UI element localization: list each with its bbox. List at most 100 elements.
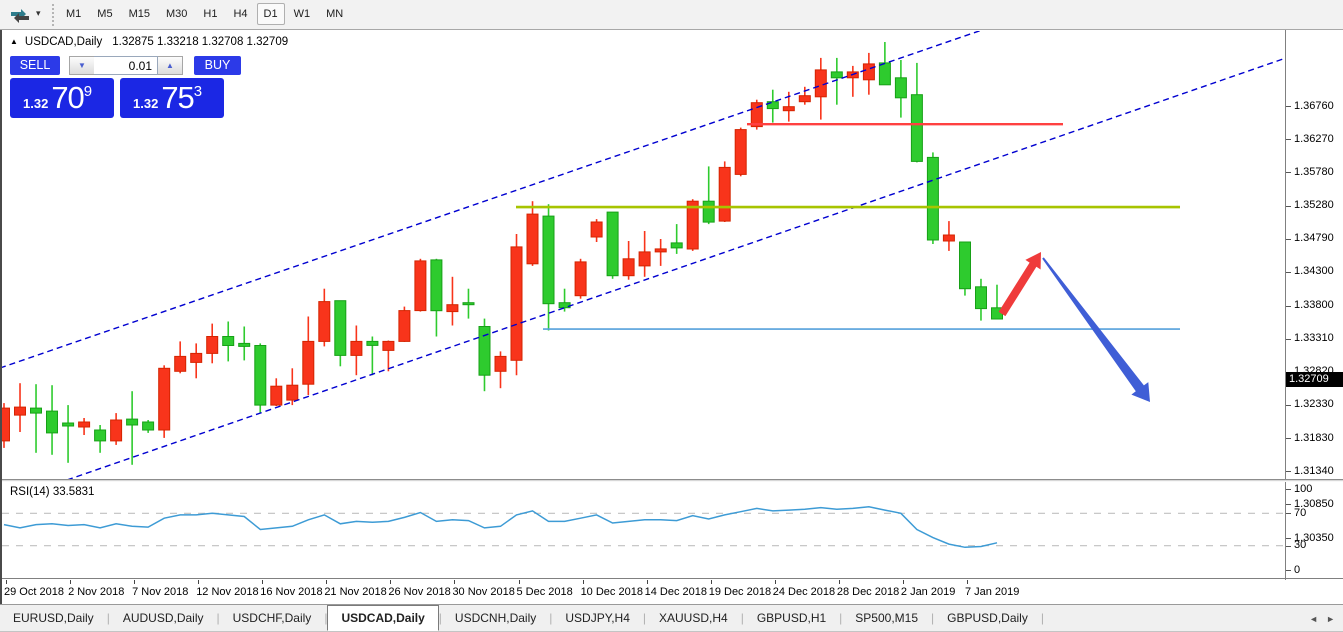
date-axis-tick <box>262 580 263 584</box>
price-axis-tick <box>1286 405 1291 406</box>
rsi-axis-tick <box>1286 570 1291 571</box>
tab-usdcad-daily[interactable]: USDCAD,Daily <box>327 605 438 631</box>
rsi-axis-tick <box>1286 513 1291 514</box>
volume-input[interactable] <box>94 56 158 75</box>
rsi-axis-label: 30 <box>1294 539 1306 551</box>
buy-quote-box[interactable]: 1.32 75 3 <box>120 78 224 118</box>
date-axis-tick <box>711 580 712 584</box>
price-axis-label: 1.34300 <box>1294 265 1334 277</box>
price-axis-label: 1.35780 <box>1294 166 1334 178</box>
chart-type-icon[interactable] <box>8 5 34 25</box>
date-axis-tick <box>198 580 199 584</box>
date-axis-label: 2 Jan 2019 <box>901 586 955 598</box>
tab-usdjpy-h4[interactable]: USDJPY,H4 <box>552 605 642 631</box>
price-axis-tick <box>1286 139 1291 140</box>
trading-terminal-window: ▾ M1M5M15M30H1H4D1W1MN ▲ USDCAD,Daily 1.32… <box>0 0 1343 632</box>
rsi-axis-label: 70 <box>1294 507 1306 519</box>
date-axis-label: 16 Nov 2018 <box>260 586 322 598</box>
date-axis-label: 7 Nov 2018 <box>132 586 188 598</box>
price-axis-label: 1.34790 <box>1294 232 1334 244</box>
buy-price-prefix: 1.32 <box>133 96 158 111</box>
chart-type-dropdown-caret-icon[interactable]: ▾ <box>36 8 41 19</box>
price-axis-tick <box>1286 206 1291 207</box>
timeframe-button-m5[interactable]: M5 <box>90 3 119 25</box>
date-axis-tick <box>903 580 904 584</box>
chart-title: ▲ USDCAD,Daily 1.32875 1.33218 1.32708 1.3… <box>10 36 288 48</box>
tab-gbpusd-daily[interactable]: GBPUSD,Daily <box>934 605 1041 631</box>
date-axis-tick <box>326 580 327 584</box>
timeframe-button-h1[interactable]: H1 <box>196 3 224 25</box>
tab-gbpusd-h1[interactable]: GBPUSD,H1 <box>744 605 839 631</box>
collapse-panel-icon[interactable]: ▲ <box>10 37 18 46</box>
rsi-axis-tick <box>1286 546 1291 547</box>
rsi-axis-tick <box>1286 489 1291 490</box>
timeframe-button-w1[interactable]: W1 <box>287 3 318 25</box>
date-axis-label: 7 Jan 2019 <box>965 586 1019 598</box>
toolbar-grip[interactable] <box>52 4 54 26</box>
buy-button[interactable]: BUY <box>194 56 241 75</box>
tab-usdcnh-daily[interactable]: USDCNH,Daily <box>442 605 549 631</box>
chart-tab-bar: EURUSD,Daily|AUDUSD,Daily|USDCHF,Daily|U… <box>0 604 1343 632</box>
sell-price-big: 70 <box>51 80 83 116</box>
volume-decrease-button[interactable]: ▼ <box>69 56 94 75</box>
timeframe-button-d1[interactable]: D1 <box>257 3 285 25</box>
timeframe-toolbar: ▾ M1M5M15M30H1H4D1W1MN <box>0 0 1343 30</box>
date-axis-label: 5 Dec 2018 <box>517 586 573 598</box>
sell-button[interactable]: SELL <box>10 56 60 75</box>
rsi-indicator-label: RSI(14) 33.5831 <box>10 486 94 498</box>
tab-separator: | <box>1041 605 1044 631</box>
tab-xauusd-h4[interactable]: XAUUSD,H4 <box>646 605 741 631</box>
tab-scroll-left-icon[interactable]: ◄ <box>1309 614 1318 624</box>
date-axis-label: 30 Nov 2018 <box>452 586 514 598</box>
sell-quote-box[interactable]: 1.32 70 9 <box>10 78 114 118</box>
timeframe-button-h4[interactable]: H4 <box>226 3 254 25</box>
tab-scroll-buttons: ◄ ► <box>1309 605 1335 632</box>
tab-scroll-right-icon[interactable]: ► <box>1326 614 1335 624</box>
date-axis-label: 12 Nov 2018 <box>196 586 258 598</box>
price-axis-label: 1.31830 <box>1294 432 1334 444</box>
tab-sp500-m15[interactable]: SP500,M15 <box>842 605 931 631</box>
date-axis-tick <box>6 580 7 584</box>
date-axis-label: 24 Dec 2018 <box>773 586 835 598</box>
date-axis-label: 26 Nov 2018 <box>388 586 450 598</box>
tab-usdchf-daily[interactable]: USDCHF,Daily <box>220 605 325 631</box>
timeframe-button-m1[interactable]: M1 <box>59 3 88 25</box>
rsi-bottom-border <box>2 578 1343 579</box>
price-axis-tick <box>1286 471 1291 472</box>
price-axis-label: 1.35280 <box>1294 199 1334 211</box>
price-axis-tick <box>1286 239 1291 240</box>
price-axis-tick <box>1286 339 1291 340</box>
axis-separator <box>1285 30 1286 602</box>
volume-increase-button[interactable]: ▲ <box>158 56 183 75</box>
tab-eurusd-daily[interactable]: EURUSD,Daily <box>0 605 107 631</box>
date-axis-label: 10 Dec 2018 <box>581 586 643 598</box>
date-axis: 29 Oct 20182 Nov 20187 Nov 201812 Nov 20… <box>2 580 1343 604</box>
price-axis-label: 1.32330 <box>1294 398 1334 410</box>
date-axis-label: 29 Oct 2018 <box>4 586 64 598</box>
chart-window: ▲ USDCAD,Daily 1.32875 1.33218 1.32708 1.3… <box>0 30 1343 604</box>
date-axis-label: 28 Dec 2018 <box>837 586 899 598</box>
chart-symbol-label: USDCAD,Daily <box>25 36 102 48</box>
price-axis-tick <box>1286 504 1291 505</box>
rsi-canvas[interactable] <box>2 482 1285 578</box>
timeframe-button-m15[interactable]: M15 <box>122 3 157 25</box>
date-axis-tick <box>134 580 135 584</box>
timeframe-button-m30[interactable]: M30 <box>159 3 194 25</box>
price-axis-label: 1.33800 <box>1294 299 1334 311</box>
quote-boxes: 1.32 70 9 1.32 75 3 <box>10 78 224 118</box>
date-axis-label: 14 Dec 2018 <box>645 586 707 598</box>
price-axis-label: 1.31340 <box>1294 465 1334 477</box>
price-axis-label: 1.36270 <box>1294 133 1334 145</box>
rsi-axis-label: 0 <box>1294 564 1300 576</box>
rsi-axis-label: 100 <box>1294 483 1312 495</box>
price-axis-label: 1.33310 <box>1294 332 1334 344</box>
tab-audusd-daily[interactable]: AUDUSD,Daily <box>110 605 217 631</box>
price-axis-tick <box>1286 306 1291 307</box>
chart-ohlc-values: 1.32875 1.33218 1.32708 1.32709 <box>112 36 288 48</box>
buy-price-sup: 3 <box>194 83 202 100</box>
one-click-trade-panel: SELL ▼ ▲ BUY <box>10 56 241 75</box>
timeframe-button-mn[interactable]: MN <box>319 3 350 25</box>
sell-price-sup: 9 <box>84 83 92 100</box>
price-axis-tick <box>1286 538 1291 539</box>
date-axis-tick <box>70 580 71 584</box>
